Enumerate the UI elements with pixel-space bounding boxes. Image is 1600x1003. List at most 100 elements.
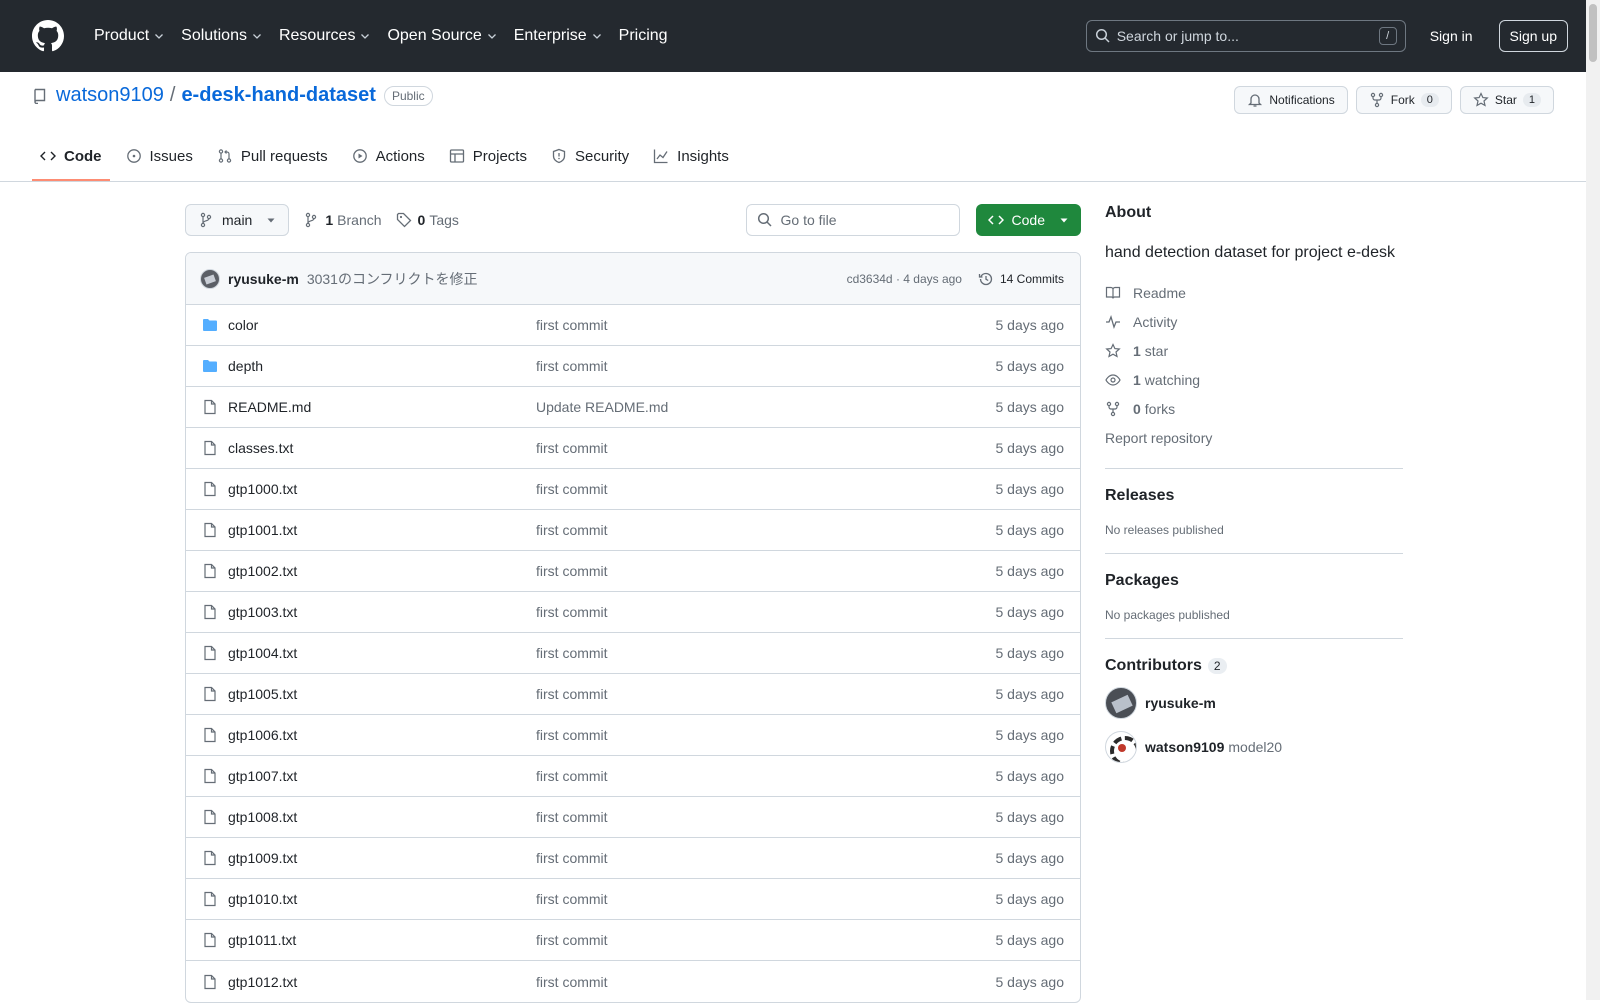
table-row[interactable]: gtp1005.txt first commit 5 days ago bbox=[186, 674, 1080, 715]
file-commit-message[interactable]: first commit bbox=[536, 809, 996, 825]
file-commit-message[interactable]: first commit bbox=[536, 358, 996, 374]
file-name-link[interactable]: gtp1008.txt bbox=[228, 809, 297, 825]
fork-icon bbox=[1370, 92, 1383, 108]
activity-link[interactable]: Activity bbox=[1105, 307, 1403, 336]
table-row[interactable]: README.md Update README.md 5 days ago bbox=[186, 387, 1080, 428]
file-name-link[interactable]: gtp1012.txt bbox=[228, 974, 297, 990]
file-commit-message[interactable]: first commit bbox=[536, 686, 996, 702]
file-commit-message[interactable]: first commit bbox=[536, 604, 996, 620]
table-row[interactable]: gtp1004.txt first commit 5 days ago bbox=[186, 633, 1080, 674]
table-row[interactable]: gtp1009.txt first commit 5 days ago bbox=[186, 838, 1080, 879]
file-name-link[interactable]: depth bbox=[228, 358, 263, 374]
file-commit-message[interactable]: first commit bbox=[536, 522, 996, 538]
go-to-file-input[interactable]: Go to file bbox=[745, 204, 960, 236]
table-row[interactable]: gtp1000.txt first commit 5 days ago bbox=[186, 469, 1080, 510]
table-row[interactable]: gtp1008.txt first commit 5 days ago bbox=[186, 797, 1080, 838]
repo-owner-link[interactable]: watson9109 bbox=[56, 84, 164, 107]
search-input[interactable]: Search or jump to... / bbox=[1085, 20, 1406, 52]
stars-link[interactable]: 1 star bbox=[1105, 336, 1403, 365]
file-name-link[interactable]: gtp1001.txt bbox=[228, 522, 297, 538]
tab-projects[interactable]: Projects bbox=[441, 133, 535, 181]
readme-link[interactable]: Readme bbox=[1105, 278, 1403, 307]
tags-link[interactable]: 0 Tags bbox=[396, 212, 459, 228]
fork-button[interactable]: Fork 0 bbox=[1355, 86, 1452, 114]
scrollbar-thumb[interactable] bbox=[1589, 4, 1597, 62]
code-button[interactable]: Code bbox=[975, 204, 1081, 236]
nav-product[interactable]: Product bbox=[86, 20, 173, 52]
file-commit-message[interactable]: first commit bbox=[536, 727, 996, 743]
tab-pull-requests[interactable]: Pull requests bbox=[209, 133, 336, 181]
notifications-button[interactable]: Notifications bbox=[1234, 86, 1348, 114]
file-name-link[interactable]: gtp1011.txt bbox=[228, 932, 296, 948]
file-commit-message[interactable]: first commit bbox=[536, 850, 996, 866]
nav-open-source[interactable]: Open Source bbox=[379, 20, 505, 52]
file-commit-message[interactable]: first commit bbox=[536, 481, 996, 497]
file-name-link[interactable]: gtp1003.txt bbox=[228, 604, 297, 620]
commit-history-link[interactable]: 14 Commits bbox=[978, 271, 1064, 287]
table-row[interactable]: gtp1012.txt first commit 5 days ago bbox=[186, 961, 1080, 1002]
table-row[interactable]: gtp1007.txt first commit 5 days ago bbox=[186, 756, 1080, 797]
nav-enterprise[interactable]: Enterprise bbox=[506, 20, 611, 52]
packages-heading[interactable]: Packages bbox=[1105, 572, 1403, 590]
forks-link[interactable]: 0 forks bbox=[1105, 394, 1403, 423]
tab-insights[interactable]: Insights bbox=[645, 133, 737, 181]
sign-up-button[interactable]: Sign up bbox=[1498, 20, 1568, 52]
file-name-link[interactable]: README.md bbox=[228, 399, 311, 415]
table-row[interactable]: gtp1003.txt first commit 5 days ago bbox=[186, 592, 1080, 633]
table-row[interactable]: classes.txt first commit 5 days ago bbox=[186, 428, 1080, 469]
commit-hash-time[interactable]: cd3634d · 4 days ago bbox=[847, 272, 962, 286]
nav-pricing[interactable]: Pricing bbox=[611, 20, 676, 52]
table-row[interactable]: gtp1006.txt first commit 5 days ago bbox=[186, 715, 1080, 756]
file-commit-message[interactable]: first commit bbox=[536, 563, 996, 579]
file-name-link[interactable]: gtp1004.txt bbox=[228, 645, 297, 661]
watching-link[interactable]: 1 watching bbox=[1105, 365, 1403, 394]
file-name-link[interactable]: color bbox=[228, 317, 258, 333]
table-row[interactable]: gtp1010.txt first commit 5 days ago bbox=[186, 879, 1080, 920]
file-name-link[interactable]: gtp1009.txt bbox=[228, 850, 297, 866]
file-name-link[interactable]: gtp1000.txt bbox=[228, 481, 297, 497]
table-row[interactable]: color first commit 5 days ago bbox=[186, 305, 1080, 346]
file-name-link[interactable]: classes.txt bbox=[228, 440, 293, 456]
commit-message[interactable]: 3031のコンフリクトを修正 bbox=[307, 269, 478, 289]
file-commit-message[interactable]: first commit bbox=[536, 891, 996, 907]
file-commit-message[interactable]: Update README.md bbox=[536, 399, 996, 415]
star-button[interactable]: Star 1 bbox=[1459, 86, 1554, 114]
commit-author[interactable]: ryusuke-m bbox=[228, 271, 299, 287]
releases-heading[interactable]: Releases bbox=[1105, 487, 1403, 505]
file-commit-message[interactable]: first commit bbox=[536, 317, 996, 333]
file-name-link[interactable]: gtp1006.txt bbox=[228, 727, 297, 743]
table-row[interactable]: gtp1001.txt first commit 5 days ago bbox=[186, 510, 1080, 551]
file-commit-message[interactable]: first commit bbox=[536, 768, 996, 784]
avatar[interactable] bbox=[1105, 687, 1137, 719]
file-name-link[interactable]: gtp1010.txt bbox=[228, 891, 297, 907]
tab-issues[interactable]: Issues bbox=[118, 133, 201, 181]
table-row[interactable]: gtp1011.txt first commit 5 days ago bbox=[186, 920, 1080, 961]
avatar[interactable] bbox=[200, 268, 220, 289]
contributor-item[interactable]: watson9109 model20 bbox=[1105, 731, 1403, 763]
file-name-link[interactable]: gtp1007.txt bbox=[228, 768, 297, 784]
branch-selector[interactable]: main bbox=[185, 204, 290, 236]
github-logo-icon[interactable] bbox=[32, 20, 64, 52]
file-name-link[interactable]: gtp1005.txt bbox=[228, 686, 297, 702]
table-row[interactable]: depth first commit 5 days ago bbox=[186, 346, 1080, 387]
file-commit-message[interactable]: first commit bbox=[536, 645, 996, 661]
page-scrollbar[interactable] bbox=[1586, 0, 1600, 1000]
tab-actions[interactable]: Actions bbox=[344, 133, 433, 181]
nav-resources[interactable]: Resources bbox=[271, 20, 379, 52]
file-name-cell: classes.txt bbox=[202, 440, 536, 456]
file-commit-message[interactable]: first commit bbox=[536, 440, 996, 456]
nav-solutions[interactable]: Solutions bbox=[173, 20, 271, 52]
table-row[interactable]: gtp1002.txt first commit 5 days ago bbox=[186, 551, 1080, 592]
repo-name-link[interactable]: e-desk-hand-dataset bbox=[181, 84, 376, 107]
contributor-item[interactable]: ryusuke-m bbox=[1105, 687, 1403, 719]
tab-security[interactable]: Security bbox=[543, 133, 637, 181]
file-commit-message[interactable]: first commit bbox=[536, 932, 996, 948]
avatar[interactable] bbox=[1105, 731, 1137, 763]
contributors-heading[interactable]: Contributors 2 bbox=[1105, 657, 1403, 675]
branches-link[interactable]: 1 Branch bbox=[303, 212, 382, 228]
tab-code[interactable]: Code bbox=[32, 133, 110, 181]
file-commit-message[interactable]: first commit bbox=[536, 974, 996, 990]
report-repository-link[interactable]: Report repository bbox=[1105, 423, 1403, 452]
file-name-link[interactable]: gtp1002.txt bbox=[228, 563, 297, 579]
sign-in-link[interactable]: Sign in bbox=[1430, 28, 1473, 44]
